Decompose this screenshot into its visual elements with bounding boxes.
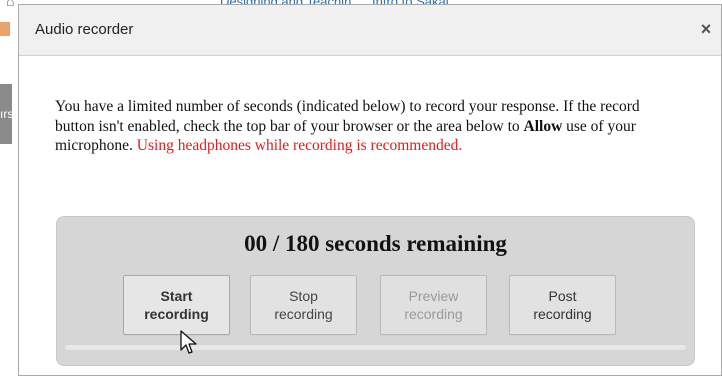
- button-label-line1: Stop: [289, 288, 318, 304]
- close-icon[interactable]: ×: [697, 19, 715, 39]
- stop-recording-button[interactable]: Stop recording: [250, 275, 357, 335]
- recording-progress-bar: [65, 345, 686, 350]
- recorder-panel: 00 / 180 seconds remaining Start recordi…: [56, 216, 695, 366]
- dialog-title: Audio recorder: [35, 21, 134, 38]
- button-label-line2: recording: [144, 306, 209, 322]
- background-logo: ⌂: [6, 0, 15, 9]
- button-label-line2: recording: [533, 306, 592, 322]
- seconds-remaining-counter: 00 / 180 seconds remaining: [244, 231, 507, 256]
- instructions-allow: Allow: [523, 117, 563, 135]
- preview-recording-button[interactable]: Preview recording: [380, 275, 487, 335]
- button-label-line1: Post: [548, 288, 577, 304]
- button-label-line1: Preview: [408, 288, 459, 304]
- button-label-line1: Start: [160, 288, 193, 304]
- background-side-tab[interactable]: ırs: [0, 84, 12, 144]
- headphones-warning: Using headphones while recording is reco…: [136, 137, 463, 154]
- mouse-pointer-icon: [180, 330, 197, 354]
- post-recording-button[interactable]: Post recording: [509, 275, 616, 335]
- button-label-line2: recording: [404, 306, 463, 322]
- instructions-text: You have a limited number of seconds (in…: [55, 97, 667, 156]
- dialog-titlebar[interactable]: Audio recorder ×: [19, 5, 721, 56]
- start-recording-button[interactable]: Start recording: [123, 275, 230, 335]
- audio-recorder-dialog: Audio recorder × You have a limited numb…: [18, 4, 722, 376]
- background-page-edge: [0, 10, 10, 376]
- background-accent: [0, 22, 10, 36]
- button-label-line2: recording: [274, 306, 333, 322]
